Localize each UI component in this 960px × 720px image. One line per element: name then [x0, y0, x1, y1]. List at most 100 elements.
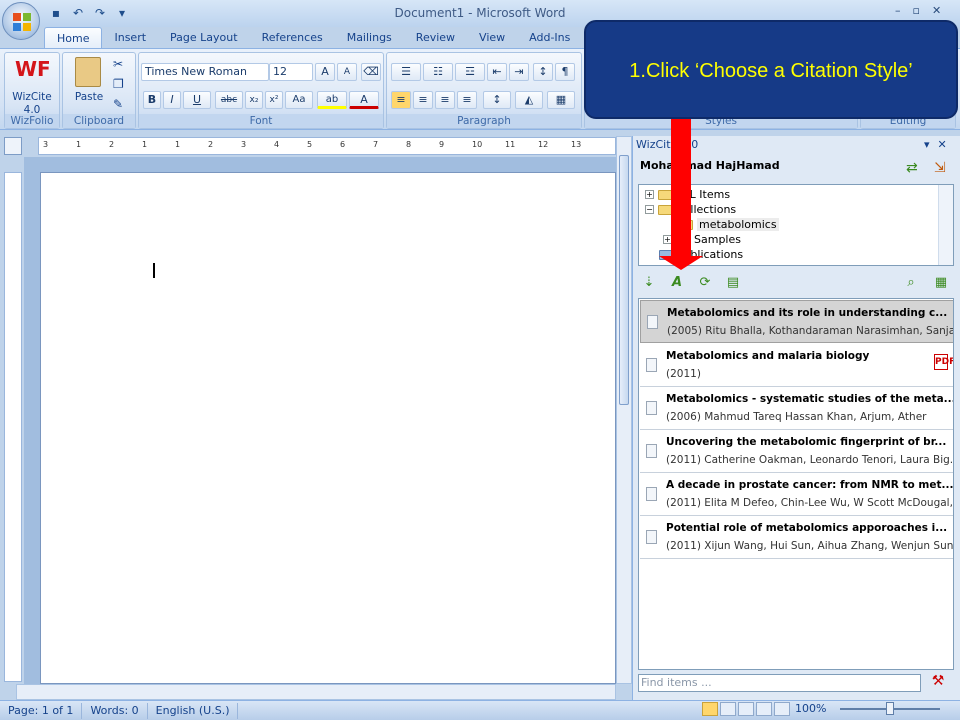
copy-icon[interactable]: ❐ [113, 77, 124, 91]
callout-text: 1.Click ‘Choose a Citation Style’ [629, 60, 913, 82]
highlight-icon[interactable]: ab [317, 91, 347, 109]
change-case-icon[interactable]: Aa [285, 91, 313, 109]
insert-citation-icon[interactable]: ⇣ [640, 274, 658, 292]
multilevel-list-icon[interactable]: ☲ [455, 63, 485, 81]
customize-qat-icon[interactable]: ▾ [114, 5, 130, 21]
wizcite-logo-icon[interactable]: WF [15, 57, 51, 87]
cut-icon[interactable]: ✂ [113, 57, 123, 71]
font-color-icon[interactable]: A [349, 91, 379, 109]
document-horizontal-scrollbar[interactable] [16, 684, 616, 700]
reference-item[interactable]: Metabolomics and its role in understandi… [640, 300, 953, 343]
format-painter-icon[interactable]: ✎ [113, 97, 123, 111]
superscript-icon[interactable]: x² [265, 91, 283, 109]
search-icon[interactable]: ⌕ [902, 274, 920, 292]
tab-review[interactable]: Review [404, 27, 467, 49]
outline-icon[interactable] [756, 702, 772, 716]
align-right-icon[interactable]: ≡ [435, 91, 455, 109]
horizontal-ruler[interactable]: 3 1 2 1 1 2 3 4 5 6 7 8 9 10 11 12 13 [38, 137, 616, 155]
tab-home[interactable]: Home [44, 27, 103, 49]
reference-item[interactable]: Potential role of metabolomics apporoach… [640, 516, 954, 559]
bold-icon[interactable]: B [143, 91, 161, 109]
reference-details: (2006) Mahmud Tareq Hassan Khan, Arjum, … [666, 411, 927, 423]
font-family-select[interactable]: Times New Roman [141, 63, 269, 81]
pdf-icon[interactable]: PDF [934, 354, 953, 370]
reference-item[interactable]: A decade in prostate cancer: from NMR to… [640, 473, 954, 516]
language[interactable]: English (U.S.) [148, 702, 239, 719]
line-spacing-icon[interactable]: ↕ [483, 91, 511, 109]
font-size-select[interactable]: 12 [269, 63, 313, 81]
pane-close-icon[interactable]: ✕ [938, 138, 947, 151]
tab-selector[interactable] [4, 137, 22, 155]
grow-font-icon[interactable]: A [315, 63, 335, 81]
find-icon[interactable]: ⚒ [926, 673, 950, 693]
close-button[interactable]: ✕ [932, 4, 941, 17]
list-view-icon[interactable]: ▦ [932, 274, 950, 292]
minimize-button[interactable]: – [895, 4, 901, 17]
vertical-ruler[interactable] [4, 172, 22, 682]
borders-icon[interactable]: ▦ [547, 91, 575, 109]
show-marks-icon[interactable]: ¶ [555, 63, 575, 81]
office-button[interactable] [2, 2, 40, 40]
tab-page-layout[interactable]: Page Layout [158, 27, 250, 49]
office-logo-icon [13, 13, 31, 31]
strikethrough-icon[interactable]: abc [215, 91, 243, 109]
wizcite-label[interactable]: WizCite [5, 91, 59, 103]
page-count[interactable]: Page: 1 of 1 [0, 702, 83, 719]
zoom-level[interactable]: 100% [795, 702, 826, 715]
subscript-icon[interactable]: x₂ [245, 91, 263, 109]
ruler-tick-label: 13 [571, 140, 582, 149]
align-center-icon[interactable]: ≡ [413, 91, 433, 109]
full-screen-icon[interactable] [720, 702, 736, 716]
sync-icon[interactable]: ⇄ [906, 160, 918, 176]
numbering-icon[interactable]: ☷ [423, 63, 453, 81]
expand-icon[interactable]: + [645, 190, 654, 199]
underline-icon[interactable]: U [183, 91, 211, 109]
reference-item[interactable]: Metabolomics - systematic studies of the… [640, 387, 953, 430]
document-scroll-thumb[interactable] [619, 155, 629, 405]
italic-icon[interactable]: I [163, 91, 181, 109]
increase-indent-icon[interactable]: ⇥ [509, 63, 529, 81]
collapse-icon[interactable]: − [645, 205, 654, 214]
tab-references[interactable]: References [250, 27, 335, 49]
web-layout-icon[interactable] [738, 702, 754, 716]
logout-icon[interactable]: ⇲ [934, 160, 946, 176]
find-items-input[interactable]: Find items ... [638, 674, 921, 692]
shading-icon[interactable]: ◭ [515, 91, 543, 109]
bibliography-icon[interactable]: ▤ [724, 274, 742, 292]
undo-icon[interactable]: ↶ [70, 5, 86, 21]
decrease-indent-icon[interactable]: ⇤ [487, 63, 507, 81]
save-icon[interactable]: ▪ [48, 5, 64, 21]
window-controls: – ▫ ✕ [895, 4, 941, 17]
tab-add-ins[interactable]: Add-Ins [517, 27, 582, 49]
tab-insert[interactable]: Insert [102, 27, 158, 49]
redo-icon[interactable]: ↷ [92, 5, 108, 21]
restore-button[interactable]: ▫ [913, 4, 920, 17]
tab-mailings[interactable]: Mailings [335, 27, 404, 49]
align-left-icon[interactable]: ≡ [391, 91, 411, 109]
paste-icon[interactable] [75, 57, 101, 87]
tree-item-metabolomics[interactable]: metabolomics [679, 218, 779, 231]
document-page[interactable] [40, 172, 616, 684]
justify-icon[interactable]: ≡ [457, 91, 477, 109]
print-layout-icon[interactable] [702, 702, 718, 716]
reference-title: A decade in prostate cancer: from NMR to… [666, 479, 954, 491]
zoom-slider-knob[interactable] [886, 702, 894, 715]
reference-title: Potential role of metabolomics apporoach… [666, 522, 948, 534]
tab-view[interactable]: View [467, 27, 517, 49]
paste-button[interactable]: Paste [69, 91, 109, 103]
ruler-tick-label: 7 [373, 140, 379, 149]
shrink-font-icon[interactable]: A [337, 63, 357, 81]
citation-style-icon[interactable]: A [668, 274, 686, 292]
bullets-icon[interactable]: ☰ [391, 63, 421, 81]
draft-icon[interactable] [774, 702, 790, 716]
reference-details: (2011) Xijun Wang, Hui Sun, Aihua Zhang,… [666, 540, 954, 552]
reference-item[interactable]: Uncovering the metabolomic fingerprint o… [640, 430, 953, 473]
reference-item[interactable]: Metabolomics and malaria biology (2011) … [640, 344, 953, 387]
refresh-icon[interactable]: ⟳ [696, 274, 714, 292]
clear-format-icon[interactable]: ⌫ [361, 63, 381, 81]
ruler-tick-label: 3 [43, 140, 49, 149]
word-count[interactable]: Words: 0 [82, 702, 148, 719]
tree-scrollbar[interactable] [938, 185, 953, 265]
sort-icon[interactable]: ↕ [533, 63, 553, 81]
pane-menu-icon[interactable]: ▾ [924, 138, 930, 151]
